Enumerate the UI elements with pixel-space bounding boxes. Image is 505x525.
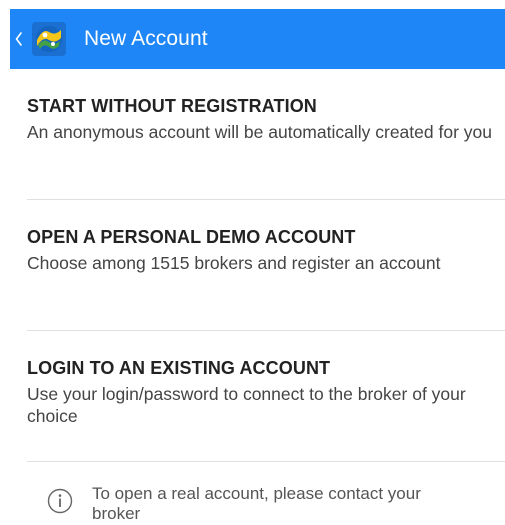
option-description: Choose among 1515 brokers and register a…: [27, 253, 441, 273]
new-account-screen: New Account START WITHOUT REGISTRATION A…: [0, 0, 505, 525]
option-description: An anonymous account will be automatical…: [27, 122, 492, 142]
option-start-without-registration[interactable]: START WITHOUT REGISTRATION An anonymous …: [27, 69, 505, 200]
page-title: New Account: [84, 27, 208, 50]
chevron-left-icon: [12, 27, 26, 51]
option-title: START WITHOUT REGISTRATION: [27, 96, 317, 116]
option-title: OPEN A PERSONAL DEMO ACCOUNT: [27, 227, 356, 247]
real-account-info: To open a real account, please contact y…: [47, 484, 487, 524]
account-options-list: START WITHOUT REGISTRATION An anonymous …: [27, 69, 505, 462]
action-bar: New Account: [10, 9, 505, 69]
metatrader-logo-icon: [32, 22, 66, 56]
option-login-existing-account[interactable]: LOGIN TO AN EXISTING ACCOUNT Use your lo…: [27, 331, 505, 462]
option-title: LOGIN TO AN EXISTING ACCOUNT: [27, 358, 331, 378]
info-icon: [47, 488, 73, 514]
option-description: Use your login/password to connect to th…: [27, 384, 466, 426]
info-text: To open a real account, please contact y…: [92, 484, 421, 523]
back-button[interactable]: [10, 9, 66, 69]
option-open-demo-account[interactable]: OPEN A PERSONAL DEMO ACCOUNT Choose amon…: [27, 200, 505, 331]
